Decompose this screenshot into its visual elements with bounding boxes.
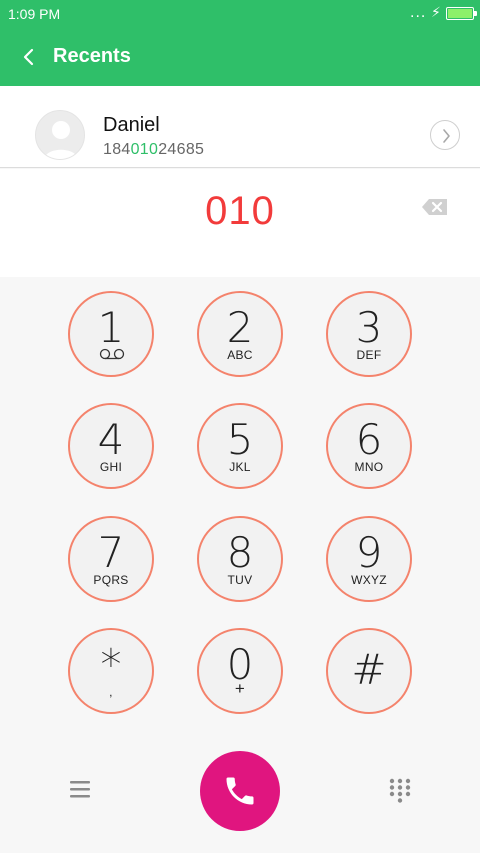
- number-match-highlight: 010: [130, 141, 159, 158]
- key-digit: 3: [355, 303, 383, 352]
- call-button[interactable]: [200, 751, 280, 831]
- key-5[interactable]: 5 JKL: [197, 403, 283, 489]
- key-digit: 2: [226, 303, 254, 352]
- key-1[interactable]: 1: [68, 291, 154, 377]
- key-star[interactable]: * ,: [68, 628, 154, 714]
- menu-icon[interactable]: [68, 777, 92, 801]
- chevron-left-icon[interactable]: [18, 42, 44, 72]
- person-icon: [43, 121, 79, 159]
- key-letters: ,: [109, 685, 113, 699]
- key-8[interactable]: 8 TUV: [197, 516, 283, 602]
- key-0[interactable]: 0 +: [197, 628, 283, 714]
- key-letters: PQRS: [93, 573, 129, 587]
- key-4[interactable]: 4 GHI: [68, 403, 154, 489]
- status-bar: 1:09 PM ... ⚡: [0, 0, 480, 28]
- key-letters: ABC: [227, 348, 253, 362]
- key-digit: 6: [355, 415, 383, 464]
- key-digit: 7: [97, 528, 125, 577]
- avatar: [35, 110, 85, 160]
- battery-icon: [446, 7, 477, 20]
- key-digit: 1: [97, 303, 125, 352]
- voicemail-icon: [99, 348, 125, 360]
- key-digit: 5: [226, 415, 254, 464]
- key-digit: 9: [355, 528, 383, 577]
- number-suffix: 24685: [158, 141, 205, 158]
- key-letters: GHI: [99, 460, 123, 474]
- key-letters: MNO: [354, 460, 384, 474]
- key-digit: *: [100, 640, 122, 689]
- dialpad-icon[interactable]: [388, 778, 412, 804]
- key-digit: 8: [226, 528, 254, 577]
- key-letters: TUV: [227, 573, 253, 587]
- key-3[interactable]: 3 DEF: [326, 291, 412, 377]
- contact-details-button[interactable]: [430, 120, 460, 150]
- app-bar: Recents: [0, 28, 480, 86]
- signal-dots-icon: ...: [410, 4, 427, 21]
- key-digit: #: [351, 645, 387, 694]
- contact-name: Daniel: [103, 114, 160, 136]
- number-prefix: 184: [103, 141, 131, 158]
- contact-suggestion[interactable]: Daniel 18401024685: [0, 86, 480, 168]
- chevron-right-icon: [443, 129, 450, 143]
- key-9[interactable]: 9 WXYZ: [326, 516, 412, 602]
- key-letters: DEF: [356, 348, 382, 362]
- key-letters: JKL: [229, 460, 251, 474]
- key-letters: +: [234, 679, 246, 698]
- key-digit: 4: [97, 415, 125, 464]
- dialed-digits: 010: [205, 189, 275, 233]
- phone-icon: [226, 777, 254, 805]
- dialed-number-display: 010: [0, 169, 480, 277]
- backspace-icon[interactable]: [421, 197, 449, 217]
- key-7[interactable]: 7 PQRS: [68, 516, 154, 602]
- status-time: 1:09 PM: [8, 6, 61, 22]
- key-letters: WXYZ: [351, 573, 387, 587]
- key-hash[interactable]: #: [326, 628, 412, 714]
- page-title: Recents: [53, 45, 131, 67]
- key-2[interactable]: 2 ABC: [197, 291, 283, 377]
- key-6[interactable]: 6 MNO: [326, 403, 412, 489]
- contact-number: 18401024685: [103, 141, 204, 159]
- charging-icon: ⚡: [431, 4, 441, 20]
